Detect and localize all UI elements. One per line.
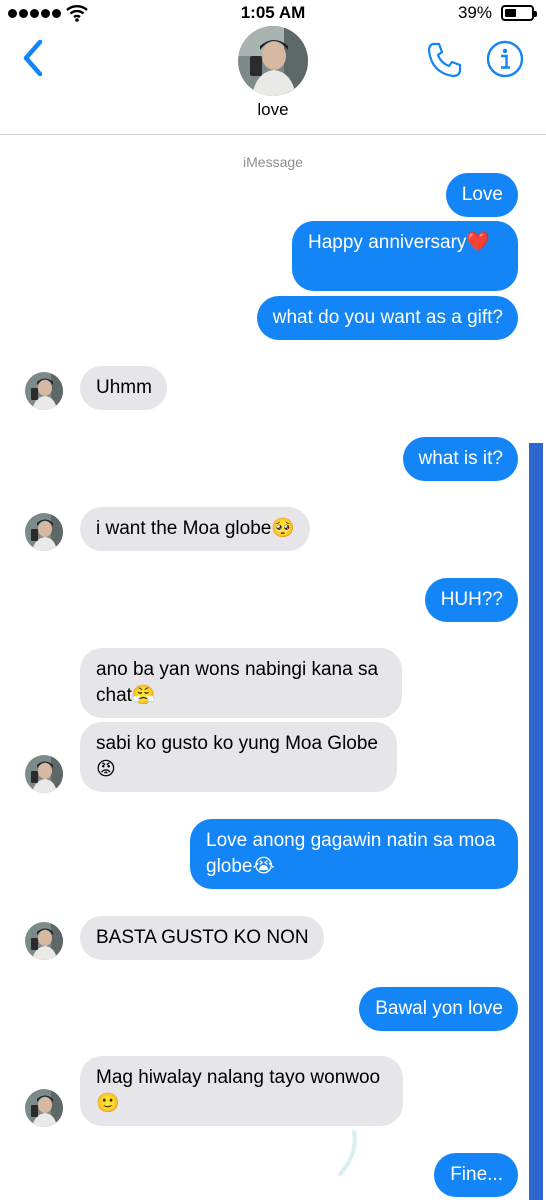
message-bubble-incoming[interactable]: sabi ko gusto ko yung Moa Globe 😡	[80, 722, 397, 792]
sender-avatar[interactable]	[25, 1089, 63, 1127]
message-bubble-incoming[interactable]: ano ba yan wons nabingi kana sa chat😤	[80, 648, 402, 718]
phone-call-icon[interactable]	[424, 40, 464, 80]
sender-avatar[interactable]	[25, 755, 63, 793]
message-bubble-incoming[interactable]: BASTA GUSTO KO NON	[80, 916, 324, 960]
battery-percentage: 39%	[457, 3, 492, 22]
message-bubble-outgoing[interactable]: Bawal yon love	[359, 987, 518, 1031]
sender-avatar[interactable]	[25, 922, 63, 960]
message-bubble-outgoing[interactable]: Love	[445, 173, 518, 217]
message-bubble-outgoing[interactable]: Fine...	[434, 1153, 518, 1197]
back-chevron-icon[interactable]	[18, 36, 48, 80]
message-bubble-incoming[interactable]: Mag hiwalay nalang tayo wonwoo 🙂	[80, 1056, 403, 1126]
battery-icon	[501, 5, 537, 21]
message-bubble-incoming[interactable]: i want the Moa globe🥺	[80, 507, 310, 551]
message-bubble-outgoing[interactable]: Love anong gagawin natin sa moa globe😭	[190, 819, 518, 889]
info-icon[interactable]	[486, 40, 524, 78]
message-bubble-outgoing[interactable]: HUH??	[424, 578, 518, 622]
sender-avatar[interactable]	[25, 372, 63, 410]
message-bubble-outgoing[interactable]: what is it?	[402, 437, 518, 481]
service-label: iMessage	[243, 154, 303, 170]
scrollbar[interactable]	[529, 443, 543, 1200]
sender-avatar[interactable]	[25, 513, 63, 551]
message-bubble-outgoing[interactable]: Happy anniversary❤️	[292, 221, 518, 291]
contact-avatar[interactable]	[238, 26, 308, 96]
conversation-header: love	[0, 26, 546, 135]
message-bubble-outgoing[interactable]: what do you want as a gift?	[256, 296, 518, 340]
status-bar: 1:05 AM 39%	[0, 0, 546, 26]
decorative-swoosh	[338, 1130, 357, 1176]
contact-name[interactable]: love	[0, 100, 546, 120]
message-bubble-incoming[interactable]: Uhmm	[80, 366, 167, 410]
